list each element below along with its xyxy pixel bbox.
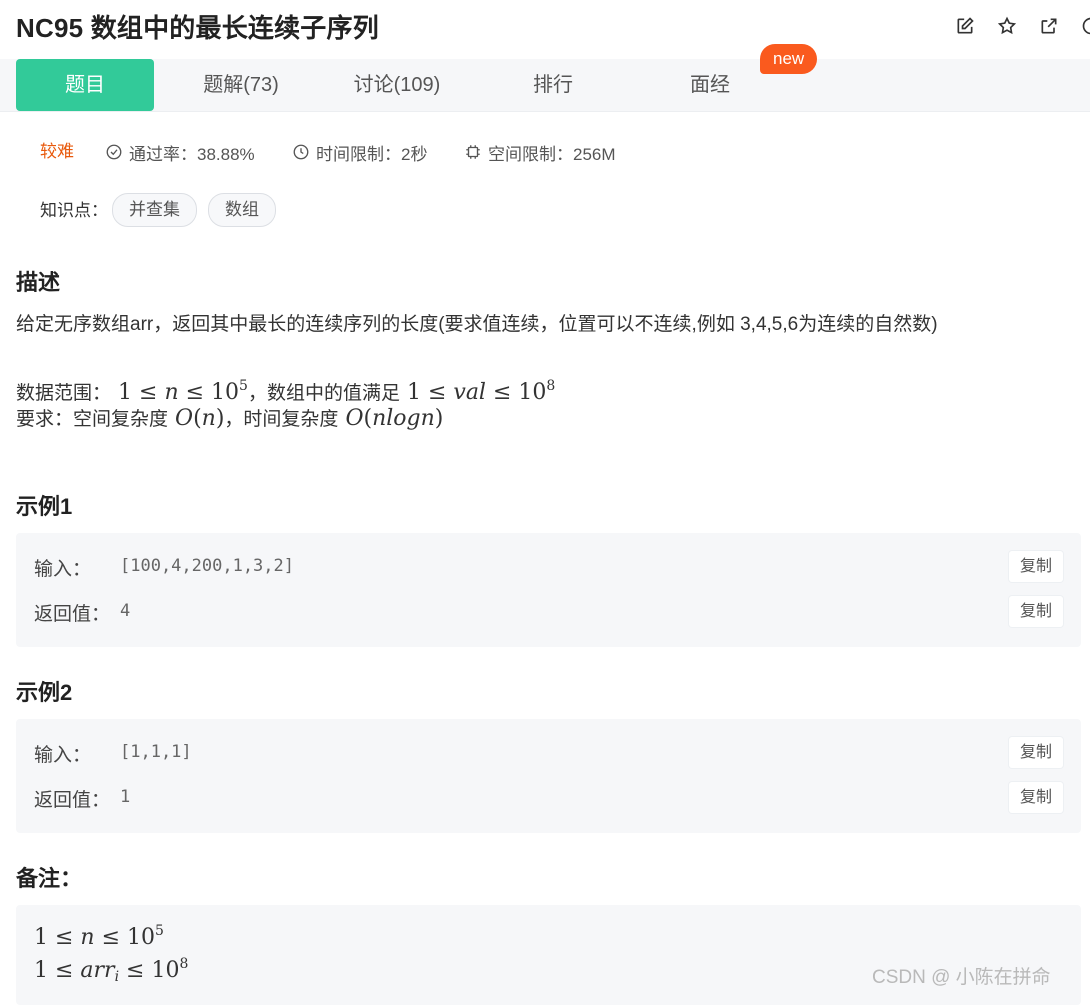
example1-input-value: [100,4,200,1,3,2]	[120, 556, 294, 576]
new-badge: new	[760, 44, 817, 74]
example2-output-value: 1	[120, 787, 130, 807]
note-n-range: 1 ≤ n ≤ 105	[34, 923, 164, 950]
watermark: CSDN @ 小陈在拼命	[872, 962, 1051, 989]
tab-interview[interactable]: 面经	[662, 59, 758, 111]
req-prefix: 要求：空间复杂度	[16, 409, 168, 430]
notes-heading: 备注：	[16, 861, 82, 893]
example1-heading: 示例1	[16, 489, 72, 521]
time-limit-text: 时间限制：2秒	[316, 140, 427, 165]
check-circle-icon	[105, 143, 123, 161]
toolbar-icons	[952, 13, 1090, 39]
space-complexity-math: O(n)	[168, 406, 224, 431]
example2-input-label: 输入：	[34, 740, 91, 767]
edit-icon[interactable]	[952, 13, 978, 39]
example2-output-label: 返回值：	[34, 785, 110, 812]
range-prefix: 数据范围：	[16, 383, 111, 404]
memory-limit-text: 空间限制：256M	[488, 140, 616, 165]
pass-rate: 通过率：38.88%	[105, 140, 255, 164]
example1-box: 输入： [100,4,200,1,3,2] 复制 返回值： 4 复制	[16, 533, 1081, 647]
note-arr-range: 1 ≤ arri ≤ 108	[34, 956, 188, 985]
tab-discussion[interactable]: 讨论(109)	[334, 59, 460, 111]
example1-output-copy-button[interactable]: 复制	[1009, 596, 1063, 627]
example2-heading: 示例2	[16, 675, 72, 707]
requirement: 要求：空间复杂度 O(n)，时间复杂度 O(nlogn)	[16, 404, 443, 435]
example2-box: 输入： [1,1,1] 复制 返回值： 1 复制	[16, 719, 1081, 833]
example2-input-copy-button[interactable]: 复制	[1009, 737, 1063, 768]
notes-box: 1 ≤ n ≤ 105 1 ≤ arri ≤ 108	[16, 905, 1081, 1005]
tag-array[interactable]: 数组	[208, 193, 276, 227]
pass-rate-text: 通过率：38.88%	[129, 140, 255, 165]
example1-output-label: 返回值：	[34, 599, 110, 626]
range-mid: ，数组中的值满足	[248, 383, 400, 404]
info-icon[interactable]	[1078, 13, 1090, 39]
clock-icon	[292, 143, 310, 161]
example2-input-value: [1,1,1]	[120, 742, 192, 762]
difficulty-label: 较难	[40, 140, 74, 164]
problem-title: NC95 数组中的最长连续子序列	[16, 8, 379, 45]
range-math-val: 1 ≤ val ≤ 108	[400, 380, 555, 405]
time-limit: 时间限制：2秒	[292, 140, 427, 164]
req-mid: ，时间复杂度	[224, 409, 338, 430]
star-icon[interactable]	[994, 13, 1020, 39]
tab-problem[interactable]: 题目	[16, 59, 154, 111]
example2-output-copy-button[interactable]: 复制	[1009, 782, 1063, 813]
time-complexity-math: O(nlogn)	[338, 406, 443, 431]
tab-bar: 题目 题解(73) 讨论(109) 排行 面经	[0, 59, 1090, 112]
tab-ranking[interactable]: 排行	[505, 59, 601, 111]
range-math-n: 1 ≤ n ≤ 105	[111, 380, 248, 405]
example1-input-label: 输入：	[34, 554, 91, 581]
memory-limit: 空间限制：256M	[464, 140, 616, 164]
example1-output-value: 4	[120, 601, 130, 621]
description-heading: 描述	[16, 265, 60, 297]
description-text: 给定无序数组arr，返回其中最长的连续序列的长度(要求值连续，位置可以不连续,例…	[16, 310, 938, 340]
knowledge-label: 知识点：	[40, 199, 108, 223]
external-link-icon[interactable]	[1036, 13, 1062, 39]
example1-input-copy-button[interactable]: 复制	[1009, 551, 1063, 582]
tab-solutions[interactable]: 题解(73)	[180, 59, 302, 111]
tag-union-find[interactable]: 并查集	[112, 193, 197, 227]
chip-icon	[464, 143, 482, 161]
